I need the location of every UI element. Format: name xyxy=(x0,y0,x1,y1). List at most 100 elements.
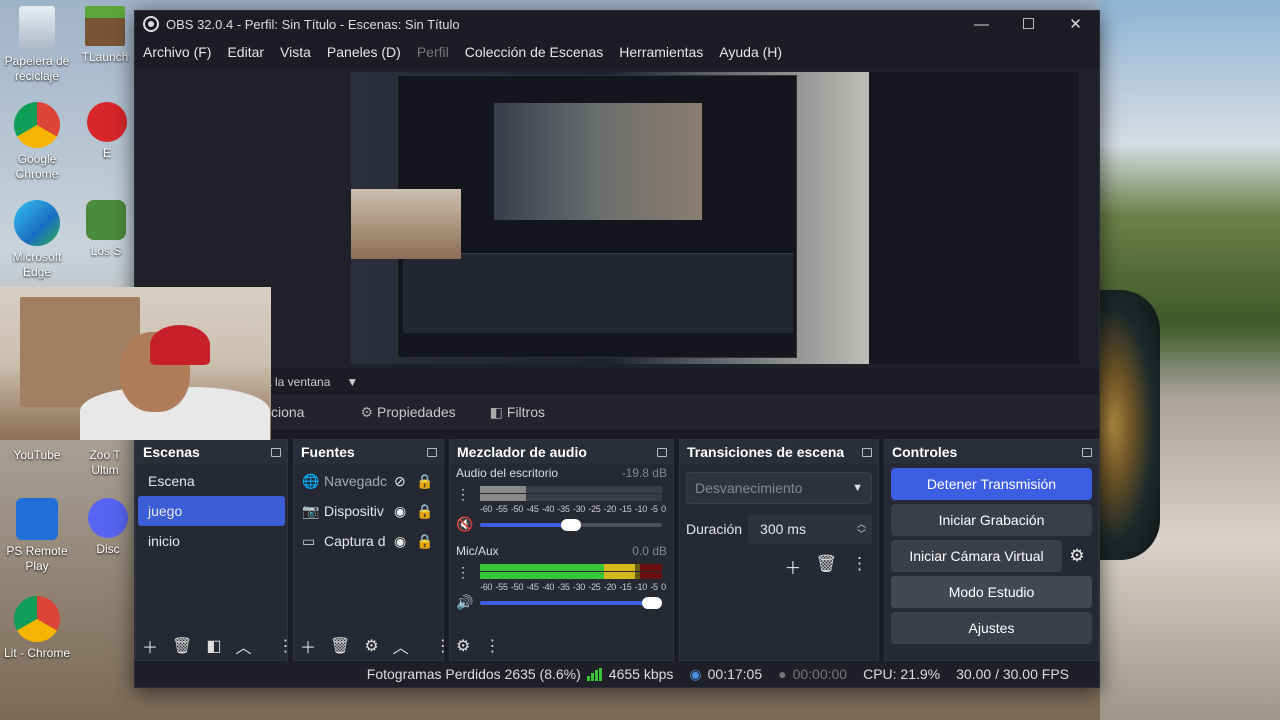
preview-area[interactable] xyxy=(135,67,1099,369)
scene-item-selected[interactable]: juego xyxy=(138,496,285,526)
scale-tick: -20 xyxy=(603,582,616,592)
desktop-icon-lit-chrome[interactable]: Lit - Chrome xyxy=(2,596,72,661)
delete-scene-icon[interactable]: 🗑 xyxy=(172,636,192,656)
maximize-button[interactable]: ☐ xyxy=(1005,11,1052,37)
transition-selected: Desvanecimiento xyxy=(695,480,803,496)
scene-filters-icon[interactable]: ◧ xyxy=(206,636,221,656)
undock-icon[interactable] xyxy=(862,447,872,457)
undock-icon[interactable] xyxy=(1082,447,1092,457)
menu-archivo[interactable]: Archivo (F) xyxy=(143,44,211,60)
source-settings-icon[interactable]: ⚙ xyxy=(364,636,378,656)
menu-ayuda[interactable]: Ayuda (H) xyxy=(719,44,782,60)
scale-tick: -10 xyxy=(634,504,647,514)
volume-slider[interactable] xyxy=(480,597,662,609)
duration-spinbox[interactable]: 300 ms ︿ ﹀ xyxy=(748,514,872,544)
scene-item[interactable]: Escena xyxy=(138,466,285,496)
duration-label: Duración xyxy=(686,521,743,537)
source-item[interactable]: 📷 Dispositiv ◉ 🔒 xyxy=(294,496,443,526)
desktop-icon-app[interactable]: E xyxy=(80,102,134,161)
scale-tick: -45 xyxy=(526,504,539,514)
transition-select[interactable]: Desvanecimiento ▼ xyxy=(686,472,872,504)
add-source-icon[interactable]: ＋ xyxy=(300,634,316,658)
start-virtual-camera-button[interactable]: Iniciar Cámara Virtual xyxy=(891,540,1062,572)
source-item[interactable]: ▭ Captura d ◉ 🔒 xyxy=(294,526,443,556)
scale-tick: -55 xyxy=(495,504,508,514)
chevron-down-icon[interactable]: ▼ xyxy=(346,375,358,389)
filters-button[interactable]: ◧ Filtros xyxy=(490,404,545,421)
delete-source-icon[interactable]: 🗑 xyxy=(330,636,350,656)
channel-name: Mic/Aux xyxy=(456,544,499,558)
studio-mode-button[interactable]: Modo Estudio xyxy=(891,576,1092,608)
mixer-header: Mezclador de audio xyxy=(450,440,673,464)
desktop-icon-chrome[interactable]: Google Chrome xyxy=(2,102,72,182)
properties-button[interactable]: ⚙ Propiedades xyxy=(360,404,455,421)
close-button[interactable]: ✕ xyxy=(1052,11,1099,37)
more-options-icon[interactable]: ⋮ xyxy=(456,564,470,581)
title-bar[interactable]: OBS 32.0.4 - Perfil: Sin Título - Escena… xyxy=(135,11,1099,37)
move-up-icon[interactable]: ︿ xyxy=(393,634,409,658)
volume-slider[interactable] xyxy=(480,519,662,531)
webcam-overlay xyxy=(0,287,271,440)
eye-icon[interactable]: ◉ xyxy=(394,503,412,520)
desktop-icon-tlaunch[interactable]: TLaunch xyxy=(76,6,134,65)
menu-herramientas[interactable]: Herramientas xyxy=(619,44,703,60)
sources-header: Fuentes xyxy=(294,440,443,464)
more-options-icon[interactable]: ⋮ xyxy=(484,636,500,656)
start-recording-button[interactable]: Iniciar Grabación xyxy=(891,504,1092,536)
menu-perfil[interactable]: Perfil xyxy=(417,44,449,60)
scene-item[interactable]: inicio xyxy=(138,526,285,556)
desktop-icon-ps-remote-play[interactable]: PS Remote Play xyxy=(2,498,72,574)
move-up-icon[interactable]: ︿ xyxy=(235,634,251,658)
menu-vista[interactable]: Vista xyxy=(280,44,311,60)
desktop-icon-edge[interactable]: Microsoft Edge xyxy=(2,200,72,280)
menu-coleccion-escenas[interactable]: Colección de Escenas xyxy=(465,44,604,60)
menu-paneles[interactable]: Paneles (D) xyxy=(327,44,401,60)
eye-hidden-icon[interactable]: ⊘ xyxy=(394,473,412,490)
scale-tick: -35 xyxy=(557,504,570,514)
settings-button[interactable]: Ajustes xyxy=(891,612,1092,644)
stop-streaming-button[interactable]: Detener Transmisión xyxy=(891,468,1092,500)
gear-icon: ⚙ xyxy=(360,403,374,420)
audio-mixer-dock: Mezclador de audio Audio del escritorio … xyxy=(449,439,674,661)
desktop-icon-youtube[interactable]: YouTube xyxy=(2,448,72,463)
menu-editar[interactable]: Editar xyxy=(227,44,264,60)
scale-tick: -15 xyxy=(619,504,632,514)
gear-icon[interactable]: ⚙ xyxy=(1062,540,1092,572)
spin-arrows-icon[interactable]: ︿ ﹀ xyxy=(857,519,866,539)
add-transition-icon[interactable]: ＋ xyxy=(784,554,801,579)
lock-icon[interactable]: 🔒 xyxy=(416,473,433,490)
desktop-icon-game[interactable]: Los S xyxy=(78,200,134,259)
source-item[interactable]: 🌐 Navegadc ⊘ 🔒 xyxy=(294,466,443,496)
undock-icon[interactable] xyxy=(657,447,667,457)
window-source-label: a la ventana xyxy=(265,375,331,389)
transitions-toolbar: ＋ 🗑 ⋮ xyxy=(680,554,878,579)
undock-icon[interactable] xyxy=(427,447,437,457)
duration-row: Duración 300 ms ︿ ﹀ xyxy=(686,514,872,544)
more-options-icon[interactable]: ⋮ xyxy=(851,554,868,579)
minimize-button[interactable]: — xyxy=(958,11,1005,37)
source-name: Captura d xyxy=(324,533,386,549)
filters-label: Filtros xyxy=(506,404,546,420)
delete-transition-icon[interactable]: 🗑 xyxy=(815,554,837,579)
sources-dock: Fuentes 🌐 Navegadc ⊘ 🔒 📷 Dispositiv ◉ 🔒 … xyxy=(293,439,451,661)
streaming-icon: ◉ xyxy=(689,665,702,682)
desktop-icon-discord[interactable]: Disc xyxy=(82,498,134,557)
muted-speaker-icon[interactable]: 🔇 xyxy=(456,516,473,533)
speaker-icon[interactable]: 🔊 xyxy=(456,594,473,611)
eye-icon[interactable]: ◉ xyxy=(394,533,412,550)
desktop-icon-recycle-bin[interactable]: Papelera de reciclaje xyxy=(2,6,72,84)
more-options-icon[interactable]: ⋮ xyxy=(456,486,470,503)
undock-icon[interactable] xyxy=(271,447,281,457)
add-scene-icon[interactable]: ＋ xyxy=(142,634,158,658)
recycle-bin-icon xyxy=(19,6,55,50)
desktop-icon-zoo[interactable]: Zoo T Ultim xyxy=(76,448,134,478)
edge-icon xyxy=(14,200,60,246)
volume-meter xyxy=(480,572,662,579)
lock-icon[interactable]: 🔒 xyxy=(416,533,433,550)
source-name: Navegadc xyxy=(324,473,388,489)
advanced-audio-icon[interactable]: ⚙ xyxy=(456,636,470,656)
lock-icon[interactable]: 🔒 xyxy=(416,503,433,520)
ps-remote-play-icon xyxy=(16,498,58,540)
more-options-icon[interactable]: ⋮ xyxy=(277,636,293,656)
mixer-toolbar: ⚙ ⋮ xyxy=(450,632,673,660)
